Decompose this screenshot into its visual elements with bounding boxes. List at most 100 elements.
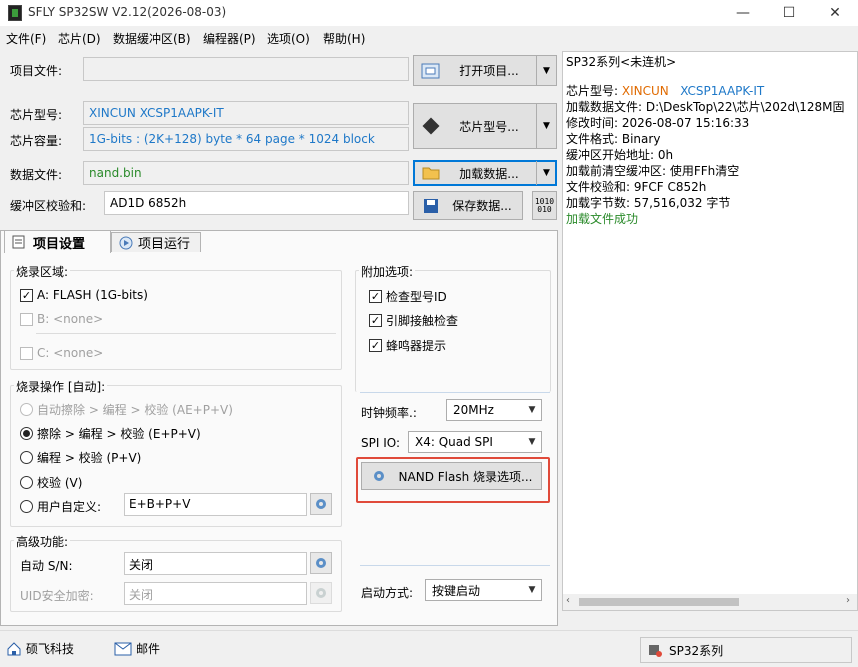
menu-help[interactable]: 帮助(H) xyxy=(323,30,365,47)
mail-label: 邮件 xyxy=(136,642,161,656)
menu-options[interactable]: 选项(O) xyxy=(267,30,310,47)
nand-options-button[interactable]: NAND Flash 烧录选项... xyxy=(361,462,542,490)
log-line: 文件校验和: 9FCF C852h xyxy=(566,180,707,194)
menu-buffer[interactable]: 数据缓冲区(B) xyxy=(113,30,191,47)
scroll-left-icon[interactable]: ‹ xyxy=(566,595,570,606)
burn-area-a-checkbox[interactable]: ✓ A: FLASH (1G-bits) xyxy=(20,288,148,302)
open-project-label: 打开项目... xyxy=(459,64,519,78)
pin-check-label: 引脚接触检查 xyxy=(386,314,459,328)
gear-icon xyxy=(316,558,326,568)
pin-check-checkbox[interactable]: ✓ 引脚接触检查 xyxy=(369,312,458,329)
mail-link[interactable]: 邮件 xyxy=(114,640,160,657)
radio-erase-program-verify-label: 擦除 > 编程 > 校验 (E+P+V) xyxy=(37,427,201,441)
hex-view-icon[interactable]: 1010 010 xyxy=(532,191,557,220)
menu-programmer[interactable]: 编程器(P) xyxy=(203,30,256,47)
divider xyxy=(360,392,550,393)
chevron-down-icon[interactable]: ▼ xyxy=(536,104,556,148)
mail-icon xyxy=(114,642,132,655)
radio-custom-label: 用户自定义: xyxy=(37,500,102,514)
radio-verify-label: 校验 (V) xyxy=(37,476,83,490)
burn-area-c-checkbox: C: <none> xyxy=(20,346,103,360)
open-project-button[interactable]: 打开项目... ▼ xyxy=(413,55,557,86)
company-link[interactable]: 硕飞科技 xyxy=(6,640,74,657)
chip-model-button-label: 芯片型号... xyxy=(459,119,519,134)
log-chip-line: 芯片型号: XINCUN XCSP1AAPK-IT xyxy=(566,82,764,99)
chip-capacity-label: 芯片容量: xyxy=(10,134,63,148)
chevron-down-icon[interactable]: ▼ xyxy=(536,56,556,85)
tab-project-settings-label: 项目设置 xyxy=(33,236,86,252)
maximize-button[interactable]: ☐ xyxy=(766,0,812,26)
radio-custom[interactable]: 用户自定义: xyxy=(20,498,101,515)
project-file-field[interactable] xyxy=(83,57,409,81)
window-title: SFLY SP32SW V2.12(2026-08-03) xyxy=(28,5,227,19)
divider xyxy=(36,333,336,334)
tab-project-settings[interactable]: 项目设置 xyxy=(4,230,111,253)
folder-open-icon xyxy=(420,60,442,82)
log-success: 加载文件成功 xyxy=(566,212,639,226)
load-data-button[interactable]: 加载数据... ▼ xyxy=(413,160,557,186)
log-chip-brand: XINCUN xyxy=(621,84,669,98)
chip-model-field: XINCUN XCSP1AAPK-IT xyxy=(83,101,409,125)
clock-label: 时钟频率.: xyxy=(361,406,417,420)
title-bar: SFLY SP32SW V2.12(2026-08-03) — ☐ ✕ xyxy=(0,0,858,26)
save-data-button[interactable]: 保存数据... xyxy=(413,191,523,220)
clock-select-value: 20MHz xyxy=(453,403,494,417)
log-chip-label: 芯片型号: xyxy=(566,84,622,98)
log-line: 缓冲区开始地址: 0h xyxy=(566,148,674,162)
nand-options-label: NAND Flash 烧录选项... xyxy=(398,469,533,484)
folder-icon xyxy=(420,162,442,184)
auto-sn-field: 关闭 xyxy=(124,552,307,575)
auto-sn-gear-button[interactable] xyxy=(310,552,332,574)
chevron-down-icon: ▼ xyxy=(528,585,536,595)
burn-ops-title: 烧录操作 [自动]: xyxy=(14,378,108,395)
data-file-field[interactable]: nand.bin xyxy=(83,161,409,185)
buzzer-checkbox[interactable]: ✓ 蜂鸣器提示 xyxy=(369,337,446,354)
clock-select[interactable]: 20MHz ▼ xyxy=(446,399,542,421)
log-line: 加载字节数: 57,516,032 字节 xyxy=(566,196,731,210)
tab-project-run-label: 项目运行 xyxy=(138,237,191,252)
radio-auto-erase: 自动擦除 > 编程 > 校验 (AE+P+V) xyxy=(20,401,233,418)
gear-icon xyxy=(368,465,390,487)
minimize-button[interactable]: — xyxy=(720,0,766,26)
project-run-icon xyxy=(119,236,133,249)
auto-sn-label: 自动 S/N: xyxy=(20,559,73,573)
chip-capacity-field: 1G-bits : (2K+128) byte * 64 page * 1024… xyxy=(83,127,409,151)
spi-io-select-value: X4: Quad SPI xyxy=(415,435,493,449)
menu-chip[interactable]: 芯片(D) xyxy=(58,30,101,47)
status-bar: 硕飞科技 邮件 SP32系列 xyxy=(0,630,858,667)
chip-model-button[interactable]: 芯片型号... ▼ xyxy=(413,103,557,149)
check-id-checkbox[interactable]: ✓ 检查型号ID xyxy=(369,288,447,305)
divider xyxy=(360,565,550,566)
gear-icon xyxy=(316,588,326,598)
custom-ops-gear-button[interactable] xyxy=(310,493,332,515)
chevron-down-icon[interactable]: ▼ xyxy=(536,161,556,185)
menu-file[interactable]: 文件(F) xyxy=(6,30,46,47)
chip-icon xyxy=(420,115,442,137)
horizontal-scrollbar[interactable]: ‹ › xyxy=(563,594,857,610)
spi-io-select[interactable]: X4: Quad SPI ▼ xyxy=(408,431,542,453)
company-label: 硕飞科技 xyxy=(26,642,75,656)
close-button[interactable]: ✕ xyxy=(812,0,858,26)
scroll-right-icon[interactable]: › xyxy=(846,595,850,606)
spi-io-label: SPI IO: xyxy=(361,436,401,450)
menu-bar: 文件(F) 芯片(D) 数据缓冲区(B) 编程器(P) 选项(O) 帮助(H) xyxy=(0,28,858,48)
log-panel: SP32系列<未连机> 芯片型号: XINCUN XCSP1AAPK-IT 加载… xyxy=(562,51,858,611)
burn-area-c-label: C: <none> xyxy=(37,346,104,360)
radio-verify[interactable]: 校验 (V) xyxy=(20,474,82,491)
start-mode-label: 启动方式: xyxy=(361,586,414,600)
log-line: 修改时间: 2026-08-07 15:16:33 xyxy=(566,116,750,130)
custom-ops-input[interactable]: E+B+P+V xyxy=(124,493,307,516)
uid-label: UID安全加密: xyxy=(20,589,94,603)
buzzer-label: 蜂鸣器提示 xyxy=(386,339,447,353)
log-chip-part: XCSP1AAPK-IT xyxy=(680,84,765,98)
tab-project-run[interactable]: 项目运行 xyxy=(111,232,201,252)
burn-area-b-label: B: <none> xyxy=(37,312,104,326)
data-file-label: 数据文件: xyxy=(10,168,63,182)
extra-options-title: 附加选项: xyxy=(359,263,416,280)
radio-program-verify[interactable]: 编程 > 校验 (P+V) xyxy=(20,449,141,466)
scrollbar-thumb[interactable] xyxy=(579,598,739,606)
burn-area-title: 烧录区域: xyxy=(14,263,71,280)
save-data-label: 保存数据... xyxy=(452,199,512,213)
start-mode-select[interactable]: 按键启动 ▼ xyxy=(425,579,542,601)
radio-erase-program-verify[interactable]: 擦除 > 编程 > 校验 (E+P+V) xyxy=(20,425,201,442)
